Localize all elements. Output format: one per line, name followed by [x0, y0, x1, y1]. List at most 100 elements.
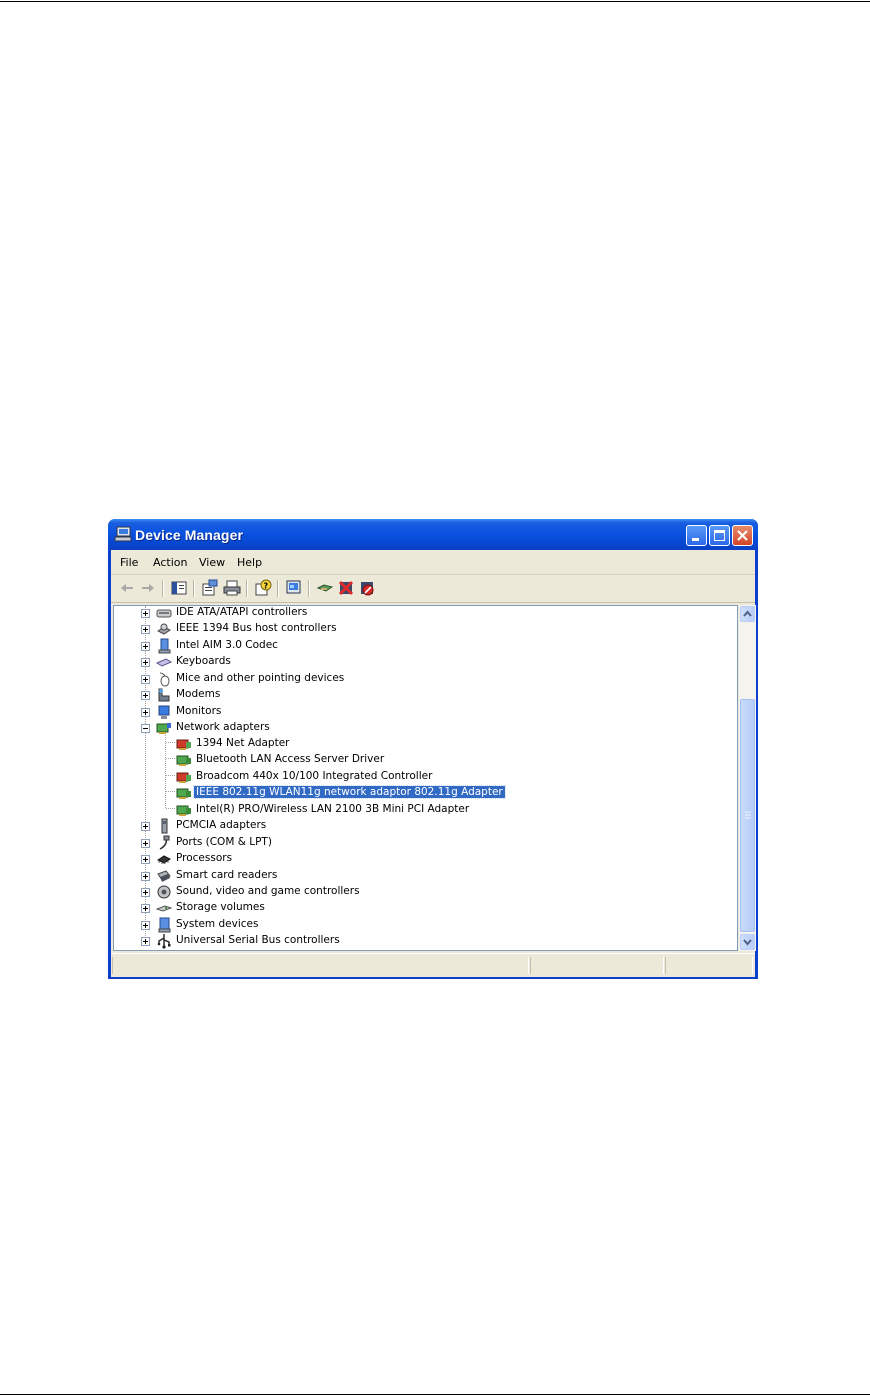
toolbar-separator	[308, 580, 310, 597]
scroll-up-button[interactable]	[740, 606, 755, 622]
toolbar-separator	[162, 580, 164, 597]
toolbar-separator	[193, 580, 195, 597]
back-arrow-icon[interactable]	[117, 579, 137, 597]
expand-toggle[interactable]	[141, 625, 150, 634]
tree-item-label: Intel AIM 3.0 Codec	[176, 639, 278, 651]
tree-item-monitors[interactable]: Monitors	[114, 704, 734, 720]
expand-toggle[interactable]	[141, 937, 150, 946]
codec-icon	[158, 638, 171, 654]
menu-help[interactable]: Help	[237, 556, 262, 569]
scroll-down-button[interactable]	[740, 934, 755, 950]
vertical-scrollbar[interactable]	[738, 605, 756, 951]
menu-view[interactable]: View	[199, 556, 225, 569]
tree-item-pcmcia-adapters[interactable]: PCMCIA adapters	[114, 818, 734, 834]
status-segment	[112, 957, 529, 974]
menu-file[interactable]: File	[120, 556, 138, 569]
tree-item-ports[interactable]: Ports (COM & LPT)	[114, 835, 734, 851]
network-card-disabled-icon	[176, 739, 191, 750]
modem-icon	[158, 688, 170, 702]
tree-item-mice[interactable]: Mice and other pointing devices	[114, 671, 734, 687]
expand-toggle[interactable]	[141, 839, 150, 848]
window-client: File Action View Help ? IDE ATA/ATAPI co…	[111, 550, 756, 977]
scan-hardware-icon[interactable]	[284, 579, 304, 597]
tree-item-label: Broadcom 440x 10/100 Integrated Controll…	[196, 770, 433, 782]
disable-icon[interactable]	[357, 579, 377, 597]
smart-card-reader-icon	[157, 870, 171, 882]
scroll-thumb[interactable]	[740, 699, 755, 932]
tree-item-1394-net-adapter[interactable]: 1394 Net Adapter	[114, 736, 734, 752]
show-hide-console-tree-icon[interactable]	[169, 579, 189, 597]
tree-item-ieee-80211g-adapter[interactable]: IEEE 802.11g WLAN11g network adaptor 802…	[114, 785, 734, 801]
tree-item-label: 1394 Net Adapter	[196, 737, 290, 749]
device-manager-window: Device Manager File Action View Help ? I…	[108, 519, 758, 979]
tree-item-usb-controllers[interactable]: Universal Serial Bus controllers	[114, 933, 734, 949]
tree-item-label: Smart card readers	[176, 869, 278, 881]
expand-toggle[interactable]	[141, 921, 150, 930]
tree-item-label: Monitors	[176, 705, 222, 717]
print-icon[interactable]	[222, 579, 242, 597]
title-bar[interactable]: Device Manager	[108, 519, 758, 550]
expand-toggle[interactable]	[141, 691, 150, 700]
tree-item-broadcom-controller[interactable]: Broadcom 440x 10/100 Integrated Controll…	[114, 769, 734, 785]
tree-item-label: Storage volumes	[176, 901, 265, 913]
tree-item-processors[interactable]: Processors	[114, 851, 734, 867]
expand-toggle[interactable]	[141, 675, 150, 684]
tree-item-sound-video-game[interactable]: Sound, video and game controllers	[114, 884, 734, 900]
forward-arrow-icon[interactable]	[138, 579, 158, 597]
monitor-icon	[158, 705, 170, 719]
tree-item-label: IDE ATA/ATAPI controllers	[176, 606, 308, 618]
tree-item-intel-pro-wireless[interactable]: Intel(R) PRO/Wireless LAN 2100 3B Mini P…	[114, 802, 734, 818]
expand-toggle[interactable]	[141, 822, 150, 831]
usb-icon	[157, 934, 171, 949]
tree-item-modems[interactable]: Modems	[114, 687, 734, 703]
window-title: Device Manager	[135, 527, 244, 543]
tree-item-label: Ports (COM & LPT)	[176, 836, 272, 848]
properties-icon[interactable]	[200, 579, 220, 597]
tree-item-ide-controllers[interactable]: IDE ATA/ATAPI controllers	[114, 606, 734, 621]
collapse-toggle[interactable]	[141, 724, 150, 733]
chevron-up-icon	[743, 610, 752, 617]
tree-item-label: Intel(R) PRO/Wireless LAN 2100 3B Mini P…	[196, 803, 470, 815]
expand-toggle[interactable]	[141, 888, 150, 897]
help-icon[interactable]: ?	[253, 579, 273, 597]
maximize-icon	[714, 530, 725, 541]
close-button[interactable]	[732, 525, 753, 546]
expand-toggle[interactable]	[141, 872, 150, 881]
tree-item-system-devices[interactable]: System devices	[114, 917, 734, 933]
tree-item-intel-aim-codec[interactable]: Intel AIM 3.0 Codec	[114, 638, 734, 654]
expand-toggle[interactable]	[141, 855, 150, 864]
tree-item-keyboards[interactable]: Keyboards	[114, 654, 734, 670]
network-adapter-icon	[156, 723, 171, 734]
expand-toggle[interactable]	[141, 609, 150, 618]
ide-controller-icon	[156, 609, 172, 618]
close-icon	[737, 530, 748, 541]
tree-item-label: System devices	[176, 918, 259, 930]
sound-icon	[157, 885, 171, 899]
expand-toggle[interactable]	[141, 708, 150, 717]
maximize-button[interactable]	[709, 525, 730, 546]
tree-item-ieee1394-controllers[interactable]: IEEE 1394 Bus host controllers	[114, 621, 734, 637]
expand-toggle[interactable]	[141, 904, 150, 913]
network-card-icon	[176, 755, 191, 766]
status-segment	[665, 957, 753, 974]
tree-item-smart-card-readers[interactable]: Smart card readers	[114, 868, 734, 884]
device-tree[interactable]: IDE ATA/ATAPI controllers IEEE 1394 Bus …	[113, 605, 738, 951]
network-card-disabled-icon	[176, 772, 191, 783]
tree-item-bluetooth-lan[interactable]: Bluetooth LAN Access Server Driver	[114, 752, 734, 768]
tree-item-storage-volumes[interactable]: Storage volumes	[114, 900, 734, 916]
minimize-button[interactable]	[686, 525, 707, 546]
menu-action[interactable]: Action	[153, 556, 187, 569]
expand-toggle[interactable]	[141, 658, 150, 667]
uninstall-icon[interactable]	[336, 579, 356, 597]
toolbar-separator	[277, 580, 279, 597]
tree-item-label: Modems	[176, 688, 221, 700]
expand-toggle[interactable]	[141, 642, 150, 651]
svg-text:?: ?	[264, 582, 269, 591]
tree-item-label: Keyboards	[176, 655, 231, 667]
processor-icon	[157, 855, 171, 864]
toolbar-separator	[246, 580, 248, 597]
keyboard-icon	[156, 658, 172, 667]
tree-item-network-adapters[interactable]: Network adapters	[114, 720, 734, 736]
update-driver-icon[interactable]	[315, 579, 335, 597]
tree-item-label: Processors	[176, 852, 233, 864]
